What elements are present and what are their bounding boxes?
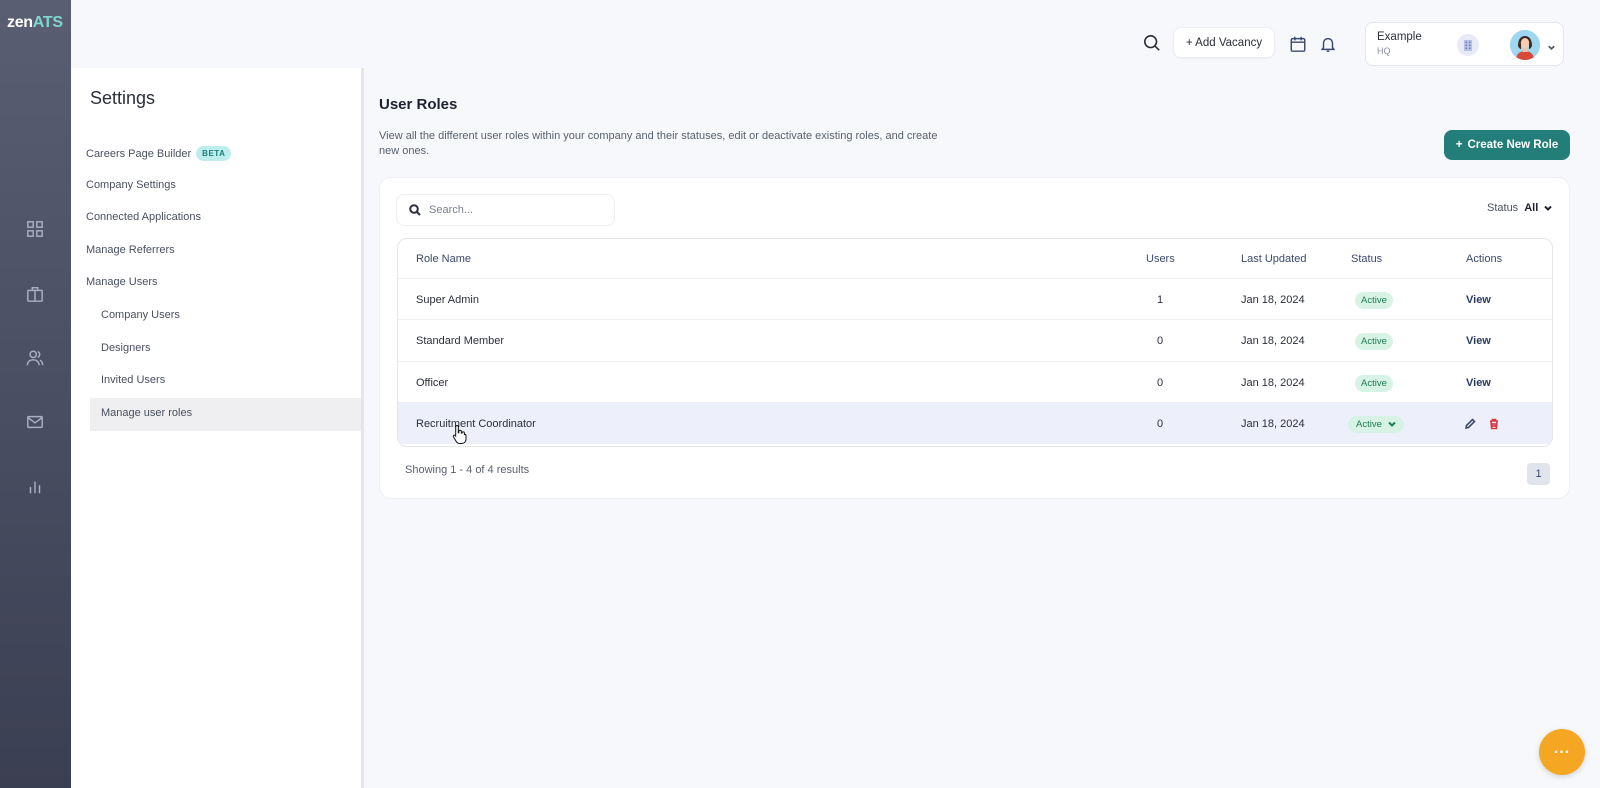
last-updated: Jan 18, 2024	[1241, 335, 1305, 347]
settings-title: Settings	[90, 88, 156, 108]
nav-connected-applications[interactable]: Connected Applications	[86, 211, 201, 223]
column-header-actions: Actions	[1466, 253, 1503, 265]
status-filter[interactable]: Status All	[1487, 202, 1552, 214]
nav-designers[interactable]: Designers	[101, 342, 151, 354]
nav-company-users[interactable]: Company Users	[101, 309, 180, 321]
role-name: Officer	[416, 377, 449, 389]
view-link[interactable]: View	[1466, 335, 1491, 347]
nav-careers-page-builder[interactable]: Careers Page Builder BETA	[86, 146, 232, 161]
nav-invited-users[interactable]: Invited Users	[101, 374, 165, 386]
chevron-down-icon[interactable]	[1547, 39, 1556, 57]
nav-manage-users[interactable]: Manage Users	[86, 276, 158, 288]
hand-cursor-icon	[452, 424, 467, 444]
nav-company-settings[interactable]: Company Settings	[86, 179, 176, 191]
role-name: Super Admin	[416, 294, 479, 306]
results-summary: Showing 1 - 4 of 4 results	[405, 464, 530, 476]
reports-icon[interactable]	[25, 477, 45, 497]
nav-manage-user-roles[interactable]: Manage user roles	[101, 407, 192, 419]
status-badge: Active	[1355, 332, 1393, 350]
plus-icon: +	[1455, 139, 1463, 151]
calendar-icon[interactable]	[1289, 35, 1307, 58]
column-header-status[interactable]: Status	[1351, 239, 1382, 279]
user-count: 0	[1156, 335, 1164, 347]
chat-button[interactable]: ...	[1539, 729, 1585, 775]
bell-icon[interactable]	[1319, 35, 1337, 58]
table-row[interactable]: Recruitment Coordinator 0 Jan 18, 2024 A…	[398, 402, 1552, 444]
role-name: Standard Member	[416, 335, 505, 347]
more-icon: ...	[1553, 740, 1571, 757]
roles-table: Role Name Users Last Updated Status Acti…	[397, 238, 1553, 447]
user-count: 0	[1156, 377, 1164, 389]
column-header-role-name[interactable]: Role Name	[416, 239, 471, 279]
app-logo[interactable]: zenATS	[7, 14, 63, 32]
status-badge: Active	[1355, 374, 1393, 392]
view-link[interactable]: View	[1466, 377, 1491, 389]
company-switcher[interactable]: Example HQ	[1365, 22, 1564, 66]
dashboard-icon[interactable]	[25, 219, 45, 239]
search-icon[interactable]	[1143, 34, 1163, 54]
left-rail: zenATS	[0, 0, 71, 788]
users-icon[interactable]	[25, 348, 45, 368]
nav-manage-referrers[interactable]: Manage Referrers	[86, 244, 175, 256]
mail-icon[interactable]	[25, 412, 45, 432]
column-header-last-updated[interactable]: Last Updated	[1241, 239, 1306, 279]
chevron-down-icon	[1388, 421, 1396, 427]
status-dropdown[interactable]: Active	[1348, 415, 1404, 433]
page-description: View all the different user roles within…	[379, 130, 938, 157]
column-header-users[interactable]: Users	[1146, 239, 1175, 279]
chevron-down-icon	[1544, 205, 1552, 211]
role-name: Recruitment Coordinator	[416, 418, 536, 430]
company-location: HQ	[1377, 46, 1391, 56]
roles-card: StatusAll Role Name Users Last Updated S…	[379, 177, 1570, 499]
search-input[interactable]	[429, 204, 599, 216]
status-badge: Active	[1355, 291, 1393, 309]
add-vacancy-button[interactable]: + Add Vacancy	[1173, 27, 1275, 58]
create-new-role-button[interactable]: + Create New Role	[1444, 130, 1570, 160]
page-title: User Roles	[379, 96, 458, 113]
search-icon	[409, 204, 421, 216]
delete-icon[interactable]	[1487, 417, 1501, 431]
page-button[interactable]: 1	[1527, 463, 1550, 485]
company-name: Example	[1377, 31, 1422, 43]
briefcase-icon[interactable]	[25, 284, 45, 304]
view-link[interactable]: View	[1466, 294, 1491, 306]
table-row[interactable]: Officer 0 Jan 18, 2024 Active View	[398, 361, 1552, 403]
settings-sidebar: Settings Careers Page Builder BETA Compan…	[71, 68, 364, 788]
last-updated: Jan 18, 2024	[1241, 294, 1305, 306]
building-icon	[1457, 34, 1479, 56]
user-count: 0	[1156, 418, 1164, 430]
table-row[interactable]: Super Admin 1 Jan 18, 2024 Active View	[398, 278, 1552, 320]
avatar[interactable]	[1510, 30, 1540, 60]
edit-icon[interactable]	[1463, 417, 1477, 431]
user-count: 1	[1156, 294, 1164, 306]
last-updated: Jan 18, 2024	[1241, 377, 1305, 389]
search-field[interactable]	[396, 194, 615, 226]
beta-badge: BETA	[196, 146, 232, 161]
last-updated: Jan 18, 2024	[1241, 418, 1305, 430]
table-row[interactable]: Standard Member 0 Jan 18, 2024 Active Vi…	[398, 319, 1552, 361]
